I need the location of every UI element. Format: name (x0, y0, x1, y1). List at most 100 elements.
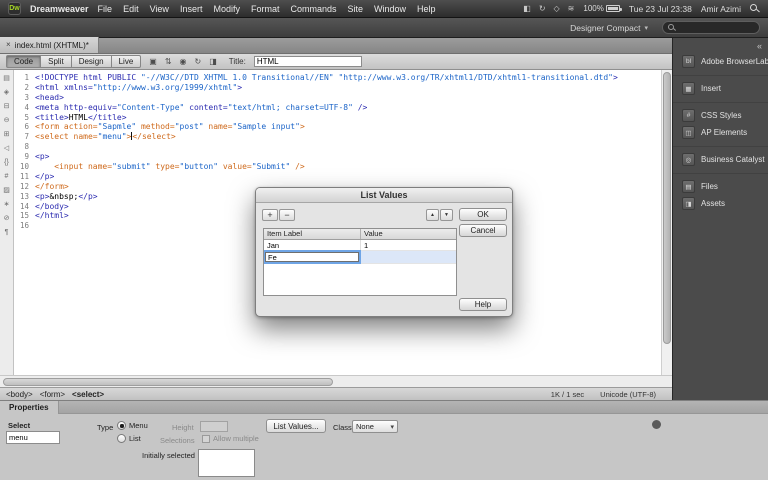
multiscreen-preview-icon[interactable]: ▣ (149, 57, 157, 66)
class-dropdown[interactable]: None ▾ (352, 420, 398, 433)
menu-insert[interactable]: Insert (180, 4, 203, 14)
balance-braces-icon[interactable]: {} (4, 159, 9, 167)
menu-modify[interactable]: Modify (213, 4, 240, 14)
collapse-selection-icon[interactable]: ⊖ (4, 117, 10, 125)
table-header: Item Label Value (264, 229, 456, 240)
close-icon[interactable]: × (6, 41, 11, 49)
menu-file[interactable]: File (98, 4, 113, 14)
sidebar-item-label: Assets (701, 199, 726, 208)
mode-live-button[interactable]: Live (111, 55, 142, 68)
menu-window[interactable]: Window (374, 4, 406, 14)
dialog-title-bar[interactable]: List Values (256, 188, 512, 203)
line-numbers-icon[interactable]: # (5, 173, 9, 181)
vertical-scrollbar-thumb[interactable] (663, 72, 671, 344)
expand-all-icon[interactable]: ⊞ (4, 131, 10, 139)
collapse-panels-button[interactable]: « (757, 41, 762, 51)
item-label-edit-input[interactable] (264, 250, 361, 264)
sidebar-item-adobe-browserlab[interactable]: bl Adobe BrowserLab (673, 53, 768, 70)
mode-design-button[interactable]: Design (71, 55, 112, 68)
select-parent-tag-icon[interactable]: ◁ (4, 145, 9, 153)
apply-comment-icon[interactable]: ∗ (4, 201, 10, 209)
menu-view[interactable]: View (150, 4, 169, 14)
dreamweaver-app-icon[interactable]: Dw (8, 2, 21, 15)
remove-comment-icon[interactable]: ⊘ (4, 215, 10, 223)
workspace-switcher[interactable]: Designer Compact ▾ (570, 23, 648, 33)
menubar-user[interactable]: Amir Azimi (701, 4, 741, 14)
add-item-button[interactable]: + (262, 209, 278, 221)
help-button[interactable]: Help (459, 298, 507, 311)
move-down-button[interactable]: ▼ (440, 209, 453, 221)
initially-selected-listbox[interactable] (198, 449, 255, 477)
sidebar-item-ap-elements[interactable]: ◫ AP Elements (673, 124, 768, 141)
menu-site[interactable]: Site (348, 4, 364, 14)
spotlight-icon[interactable] (750, 3, 760, 14)
sidebar-item-files[interactable]: ▤ Files (673, 178, 768, 195)
list-values-button[interactable]: List Values... (266, 419, 326, 433)
code-token: <!DOCTYPE html PUBLIC (35, 73, 141, 82)
code-token: "Sapmle" (97, 122, 137, 132)
line-number: 4 (24, 102, 29, 112)
vertical-scrollbar[interactable] (661, 70, 672, 375)
line-number: 8 (24, 142, 29, 152)
search-input[interactable] (679, 23, 754, 32)
ok-button[interactable]: OK (459, 208, 507, 221)
mode-split-button[interactable]: Split (41, 55, 72, 68)
menu-format[interactable]: Format (251, 4, 280, 14)
ap-elements-icon: ◫ (682, 126, 695, 139)
document-tab[interactable]: × index.html (XHTML)* (0, 37, 99, 53)
tag-selector: <body> <form> <select> (6, 390, 111, 399)
sidebar-item-insert[interactable]: ▦ Insert (673, 80, 768, 97)
code-text: <head> (35, 93, 64, 103)
properties-help-icon[interactable] (652, 420, 661, 429)
view-options-icon[interactable]: ◨ (209, 57, 217, 66)
sidebar-item-business-catalyst[interactable]: ◎ Business Catalyst (673, 151, 768, 168)
properties-panel: Properties Select Type Menu List Height … (0, 400, 768, 480)
battery-menu[interactable]: 100% (583, 4, 622, 13)
highlight-invalid-code-icon[interactable]: ▨ (3, 187, 10, 195)
sidebar-item-assets[interactable]: ◨ Assets (673, 195, 768, 212)
properties-tab[interactable]: Properties (0, 401, 59, 414)
wifi-icon[interactable]: ≋ (568, 4, 575, 13)
menubar-clock[interactable]: Tue 23 Jul 23:38 (629, 4, 692, 14)
move-up-button[interactable]: ▲ (426, 209, 439, 221)
code-token: "post" (174, 122, 204, 132)
sidebar-item-label: AP Elements (701, 128, 748, 137)
code-line: 2 <html xmlns="http://www.w3.org/1999/xht… (14, 83, 672, 93)
menubar-status: ◧ ↻ ◇ ≋ 100% Tue 23 Jul 23:38 Amir Azimi (523, 3, 760, 14)
type-menu-radio[interactable]: Menu (117, 421, 148, 430)
code-token: <input name= (54, 162, 113, 172)
code-token: </form> (35, 181, 69, 191)
tag-path-item[interactable]: <body> (6, 390, 33, 399)
code-token: <meta http-equiv= (35, 102, 117, 112)
time-machine-icon[interactable]: ↻ (539, 4, 546, 13)
file-management-icon[interactable]: ⇅ (165, 57, 172, 66)
collapse-full-tag-icon[interactable]: ⊟ (4, 103, 10, 111)
code-navigator-icon[interactable]: ◈ (4, 89, 9, 97)
type-list-radio[interactable]: List (117, 434, 141, 443)
mode-code-button[interactable]: Code (6, 55, 42, 68)
sidebar-item-css-styles[interactable]: # CSS Styles (673, 107, 768, 124)
remove-item-button[interactable]: − (279, 209, 295, 221)
app-search-box[interactable] (662, 21, 760, 34)
select-name-input[interactable] (6, 431, 60, 444)
menu-commands[interactable]: Commands (290, 4, 336, 14)
horizontal-scrollbar[interactable] (0, 375, 672, 387)
horizontal-scrollbar-thumb[interactable] (3, 377, 333, 386)
menu-edit[interactable]: Edit (123, 4, 139, 14)
preview-in-browser-icon[interactable]: ◉ (180, 57, 187, 66)
open-documents-icon[interactable]: ▤ (3, 75, 10, 83)
code-token: value= (218, 162, 252, 172)
refresh-icon[interactable]: ↻ (195, 57, 202, 66)
document-title-input[interactable] (253, 56, 362, 67)
list-value-row-editing[interactable] (264, 250, 456, 264)
list-values-rows: Jan 1 (264, 240, 456, 264)
list-value-row[interactable]: Jan 1 (264, 240, 456, 251)
tag-path-item[interactable]: <form> (40, 390, 65, 399)
bluetooth-icon[interactable]: ◇ (554, 4, 560, 13)
format-source-code-icon[interactable]: ¶ (5, 229, 9, 237)
cancel-button[interactable]: Cancel (459, 224, 507, 237)
menu-help[interactable]: Help (417, 4, 436, 14)
app-menu[interactable]: Dreamweaver (30, 4, 89, 14)
tag-path-item[interactable]: <select> (72, 390, 104, 399)
display-icon[interactable]: ◧ (523, 4, 531, 13)
